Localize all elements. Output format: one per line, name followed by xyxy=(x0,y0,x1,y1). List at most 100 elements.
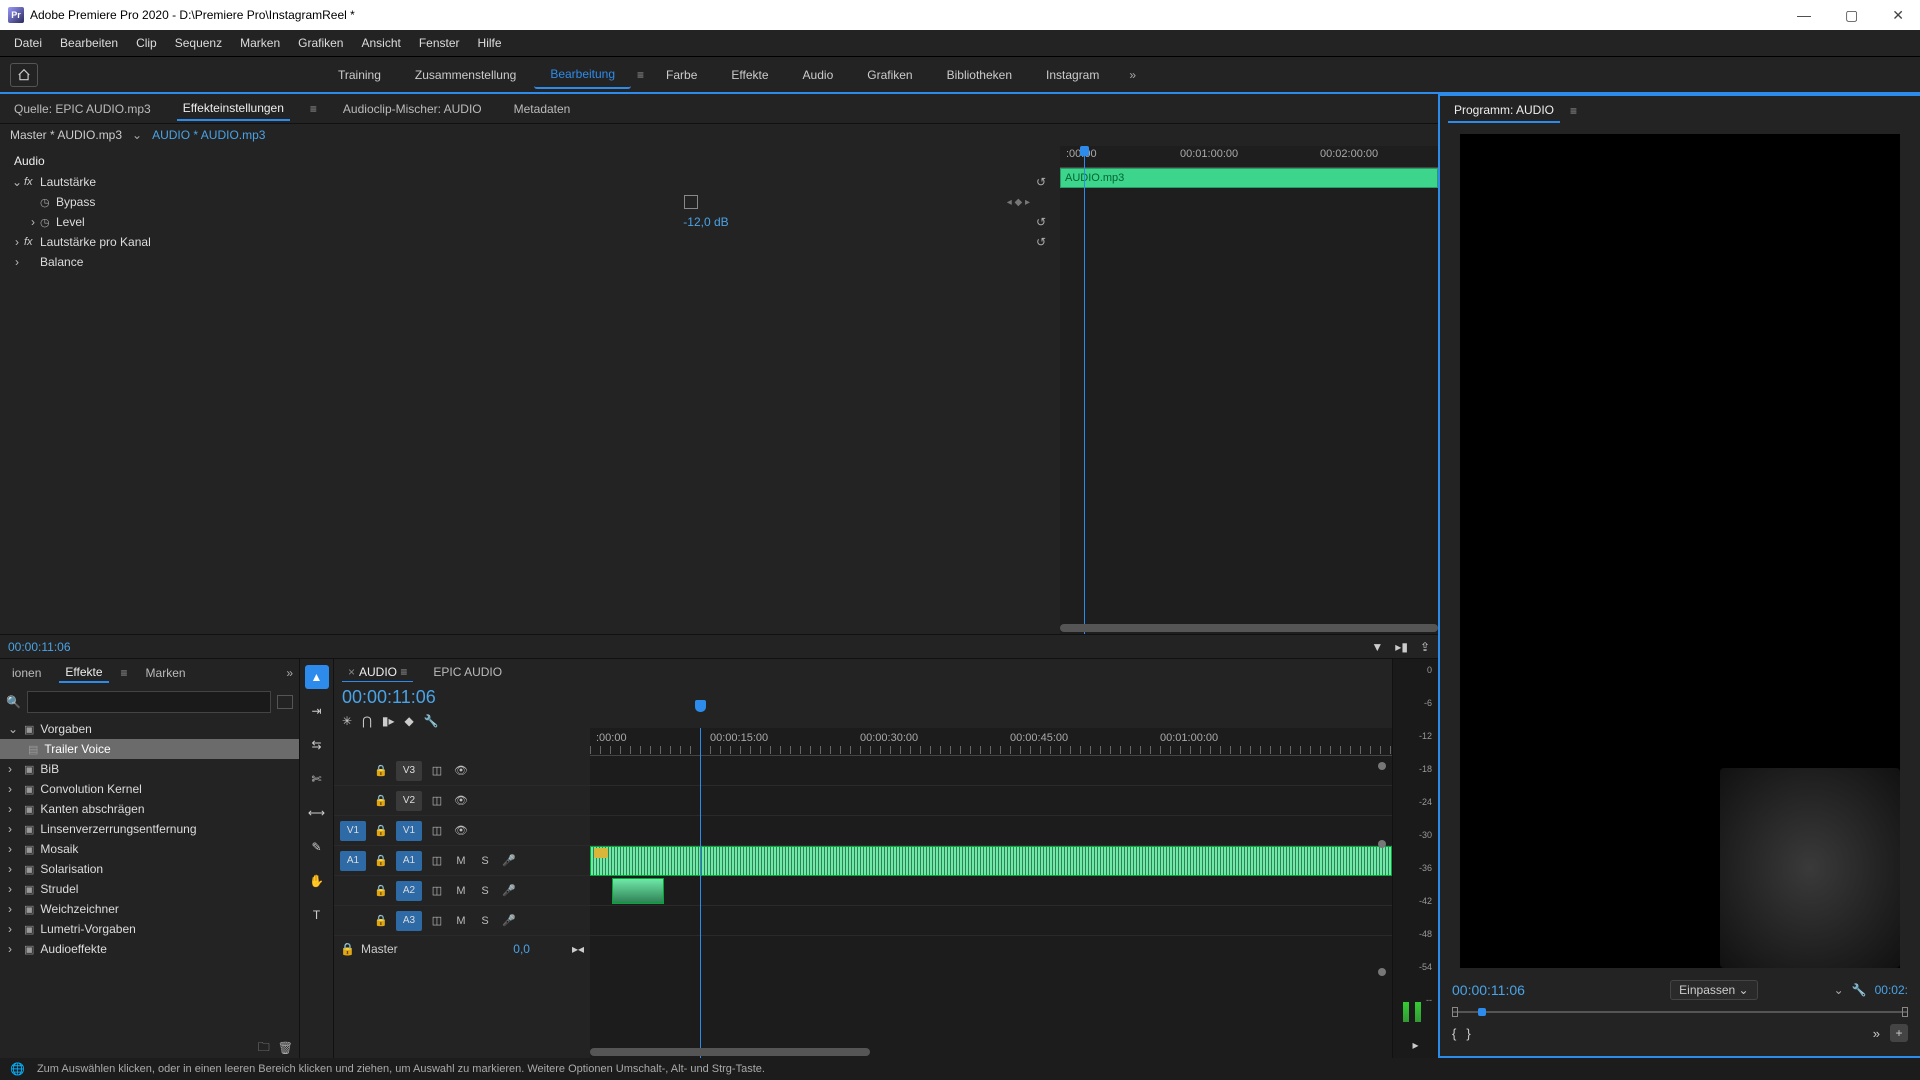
tree-item[interactable]: Solarisation xyxy=(40,862,103,876)
menu-graphics[interactable]: Grafiken xyxy=(290,34,351,52)
tree-presets[interactable]: Vorgaben xyxy=(40,722,91,736)
slip-tool[interactable]: ⟷ xyxy=(305,801,329,825)
workspace-libraries[interactable]: Bibliotheken xyxy=(931,62,1028,88)
workspace-overflow-icon[interactable]: » xyxy=(1129,68,1136,82)
workspace-audio[interactable]: Audio xyxy=(787,62,850,88)
hand-tool[interactable]: ✋ xyxy=(305,869,329,893)
solo-button[interactable]: S xyxy=(476,855,494,867)
lock-icon[interactable]: 🔒 xyxy=(372,764,390,777)
voiceover-icon[interactable]: 🎤 xyxy=(500,854,518,867)
reset-level-icon[interactable]: ↺ xyxy=(1036,215,1046,229)
track-target-a1[interactable]: A1 xyxy=(396,851,422,871)
zoom-knob[interactable] xyxy=(1378,762,1386,770)
mark-in-button[interactable]: { xyxy=(1452,1026,1456,1041)
effect-controls-timecode[interactable]: 00:00:11:06 xyxy=(8,640,71,654)
tree-item[interactable]: Convolution Kernel xyxy=(40,782,141,796)
mini-playhead[interactable] xyxy=(1084,146,1085,634)
button-editor-icon[interactable]: + xyxy=(1890,1024,1908,1042)
twisty-presets[interactable]: ⌄ xyxy=(8,722,18,736)
fx-toggle-channel-volume[interactable]: fx xyxy=(24,236,40,248)
tree-item[interactable]: Linsenverzerrungsentfernung xyxy=(40,822,196,836)
program-monitor[interactable] xyxy=(1460,134,1900,968)
reset-volume-icon[interactable]: ↺ xyxy=(1036,175,1046,189)
program-tab-menu-icon[interactable]: ≡ xyxy=(1570,104,1577,118)
program-scrub-thumb[interactable] xyxy=(1478,1008,1486,1016)
new-bin-icon[interactable] xyxy=(277,695,293,709)
resolution-dropdown-icon[interactable]: ⌄ xyxy=(1834,983,1844,997)
effects-tab-menu-icon[interactable]: ≡ xyxy=(121,666,128,680)
zoom-select[interactable]: Einpassen ⌄ xyxy=(1670,980,1757,1000)
tab-effect-controls[interactable]: Effekteinstellungen xyxy=(177,97,290,121)
tree-item[interactable]: Audioeffekte xyxy=(40,942,107,956)
mute-button[interactable]: M xyxy=(452,855,470,867)
new-folder-icon[interactable]: 🗀 xyxy=(258,1038,270,1059)
effect-tab-menu-icon[interactable]: ≡ xyxy=(310,102,317,116)
workspace-instagram[interactable]: Instagram xyxy=(1030,62,1115,88)
track-target-v1[interactable]: V1 xyxy=(396,821,422,841)
sync-lock-icon[interactable]: ◫ xyxy=(428,764,446,777)
type-tool[interactable]: T xyxy=(305,903,329,927)
eye-icon[interactable]: 👁 xyxy=(452,764,470,777)
timeline-scroll-thumb[interactable] xyxy=(590,1048,870,1056)
twisty-channel-volume[interactable]: › xyxy=(10,235,24,249)
tab-effects[interactable]: Effekte xyxy=(59,663,108,683)
zoom-knob[interactable] xyxy=(1378,968,1386,976)
program-timecode[interactable]: 00:00:11:06 xyxy=(1452,982,1525,998)
workspace-graphics[interactable]: Grafiken xyxy=(851,62,928,88)
twisty-level[interactable]: › xyxy=(26,215,40,229)
close-button[interactable]: ✕ xyxy=(1884,3,1912,28)
lower-overflow-icon[interactable]: » xyxy=(286,666,293,680)
timeline-tab-epic-audio[interactable]: EPIC AUDIO xyxy=(427,663,508,681)
master-clip-label[interactable]: Master * AUDIO.mp3 xyxy=(10,128,122,142)
overflow-transport-icon[interactable]: » xyxy=(1873,1026,1880,1041)
tab-metadata[interactable]: Metadaten xyxy=(508,98,577,120)
selection-tool[interactable]: ▲ xyxy=(305,665,329,689)
twisty-volume[interactable]: ⌄ xyxy=(10,175,24,189)
minimize-button[interactable]: — xyxy=(1789,3,1819,28)
effect-mini-timeline[interactable]: :00:00 00:01:00:00 00:02:00:00 AUDIO.mp3 xyxy=(1060,146,1438,634)
add-marker-icon[interactable]: ▮▸ xyxy=(382,714,395,728)
mini-scroll-thumb[interactable] xyxy=(1060,624,1438,632)
workspace-effects[interactable]: Effekte xyxy=(715,62,784,88)
tree-item[interactable]: BiB xyxy=(40,762,59,776)
tree-item[interactable]: Kanten abschrägen xyxy=(40,802,144,816)
track-target-a3[interactable]: A3 xyxy=(396,911,422,931)
close-tab-icon[interactable]: × xyxy=(348,665,355,679)
workspace-assembly[interactable]: Zusammenstellung xyxy=(399,62,532,88)
effects-search-input[interactable] xyxy=(27,691,271,713)
snap-icon[interactable]: ✳ xyxy=(342,714,352,728)
timeline-tab-audio[interactable]: ×AUDIO ≡ xyxy=(342,663,413,682)
delete-icon[interactable]: 🗑 xyxy=(278,1041,293,1055)
pen-tool[interactable]: ✎ xyxy=(305,835,329,859)
timeline-tab-menu-icon[interactable]: ≡ xyxy=(400,665,407,679)
mark-out-button[interactable]: } xyxy=(1466,1026,1470,1041)
menu-edit[interactable]: Bearbeiten xyxy=(52,34,126,52)
menu-file[interactable]: Datei xyxy=(6,34,50,52)
tab-options-cut[interactable]: ionen xyxy=(6,664,47,682)
keyframe-nav-bypass[interactable]: ◂ ◆ ▸ xyxy=(1007,197,1030,208)
menu-window[interactable]: Fenster xyxy=(411,34,468,52)
fx-toggle-volume[interactable]: fx xyxy=(24,176,40,188)
timeline-timecode[interactable]: 00:00:11:06 xyxy=(342,687,436,708)
tree-item[interactable]: Weichzeichner xyxy=(40,902,118,916)
out-point-marker[interactable] xyxy=(1902,1007,1908,1017)
linked-selection-icon[interactable]: ⋂ xyxy=(362,714,372,728)
clip-instance-label[interactable]: AUDIO * AUDIO.mp3 xyxy=(152,128,265,142)
track-target-a2[interactable]: A2 xyxy=(396,881,422,901)
play-stop-icon[interactable]: ▸◂ xyxy=(572,942,584,956)
in-point-marker[interactable] xyxy=(1452,1007,1458,1017)
tree-item[interactable]: Mosaik xyxy=(40,842,78,856)
tab-marks[interactable]: Marken xyxy=(140,664,192,682)
bypass-checkbox[interactable] xyxy=(684,195,698,209)
reset-channel-volume-icon[interactable]: ↺ xyxy=(1036,235,1046,249)
tree-item[interactable]: Lumetri-Vorgaben xyxy=(40,922,135,936)
master-dropdown-icon[interactable]: ⌄ xyxy=(132,128,142,142)
workspace-color[interactable]: Farbe xyxy=(650,62,713,88)
filter-icon[interactable]: ▼ xyxy=(1371,640,1383,654)
master-value[interactable]: 0,0 xyxy=(513,942,530,956)
settings-icon[interactable]: 🔧 xyxy=(424,714,439,728)
workspace-menu-icon[interactable]: ≡ xyxy=(633,64,648,86)
program-scrubber[interactable] xyxy=(1452,1006,1908,1018)
tab-audioclip-mixer[interactable]: Audioclip-Mischer: AUDIO xyxy=(337,98,488,120)
tree-item[interactable]: Strudel xyxy=(40,882,78,896)
